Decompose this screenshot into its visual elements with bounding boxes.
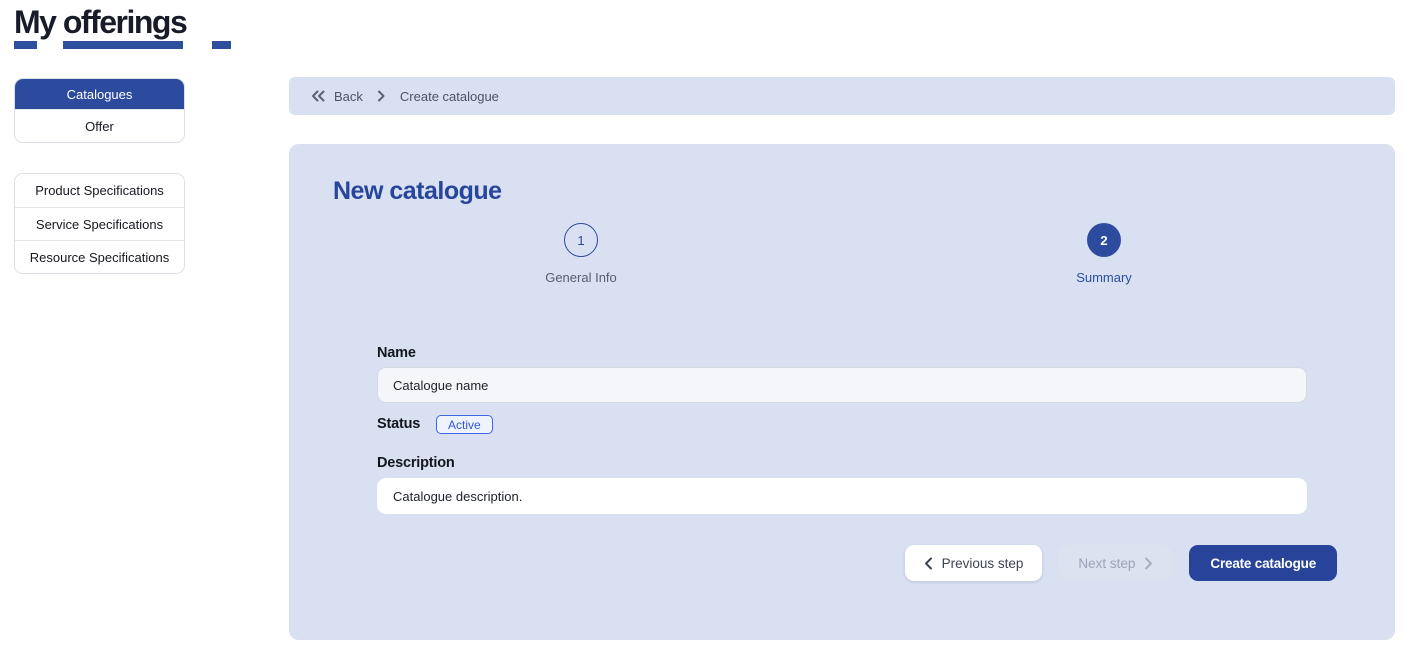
logo-underline-bars — [14, 41, 186, 50]
create-catalogue-panel: New catalogue 1 General Info 2 Summary N… — [289, 144, 1395, 640]
sidebar: Catalogues Offer Product Specifications … — [14, 78, 185, 274]
logo-underline-bar — [63, 41, 183, 49]
app-logo[interactable]: My offerings — [14, 4, 186, 50]
action-buttons: Previous step Next step Create catalogue — [905, 545, 1337, 581]
step-2-circle: 2 — [1087, 223, 1121, 257]
next-step-label: Next step — [1078, 556, 1135, 571]
sidebar-group-catalogues: Catalogues Offer — [14, 78, 185, 143]
back-label: Back — [334, 89, 363, 104]
stepper-step-general-info[interactable]: 1 General Info — [501, 223, 661, 285]
step-1-circle: 1 — [564, 223, 598, 257]
step-1-label: General Info — [501, 270, 661, 285]
name-label: Name — [377, 345, 416, 361]
double-chevron-left-icon — [311, 90, 326, 102]
back-button[interactable]: Back — [311, 89, 363, 104]
step-2-label: Summary — [1024, 270, 1184, 285]
name-field[interactable] — [377, 367, 1307, 403]
chevron-right-icon — [377, 90, 386, 102]
sidebar-item-product-specifications[interactable]: Product Specifications — [15, 174, 184, 207]
next-step-button[interactable]: Next step — [1059, 545, 1172, 581]
sidebar-item-catalogues[interactable]: Catalogues — [15, 79, 184, 109]
breadcrumb: Back Create catalogue — [289, 77, 1395, 115]
description-field[interactable] — [377, 478, 1307, 514]
description-label: Description — [377, 455, 455, 471]
breadcrumb-current: Create catalogue — [400, 89, 499, 104]
main-content: Back Create catalogue New catalogue 1 Ge… — [289, 77, 1395, 640]
chevron-right-icon — [1144, 557, 1153, 570]
logo-underline-bar — [212, 41, 231, 49]
sidebar-item-offer[interactable]: Offer — [15, 109, 184, 142]
logo-underline-bar — [14, 41, 37, 49]
sidebar-item-service-specifications[interactable]: Service Specifications — [15, 207, 184, 240]
previous-step-label: Previous step — [942, 556, 1024, 571]
app-logo-text: My offerings — [14, 4, 186, 40]
create-catalogue-label: Create catalogue — [1210, 556, 1316, 571]
stepper-step-summary[interactable]: 2 Summary — [1024, 223, 1184, 285]
sidebar-item-resource-specifications[interactable]: Resource Specifications — [15, 240, 184, 273]
status-label: Status — [377, 416, 420, 432]
status-badge: Active — [436, 415, 493, 434]
create-catalogue-button[interactable]: Create catalogue — [1189, 545, 1337, 581]
page-title: New catalogue — [333, 177, 502, 206]
previous-step-button[interactable]: Previous step — [905, 545, 1043, 581]
chevron-left-icon — [924, 557, 933, 570]
sidebar-group-specifications: Product Specifications Service Specifica… — [14, 173, 185, 274]
